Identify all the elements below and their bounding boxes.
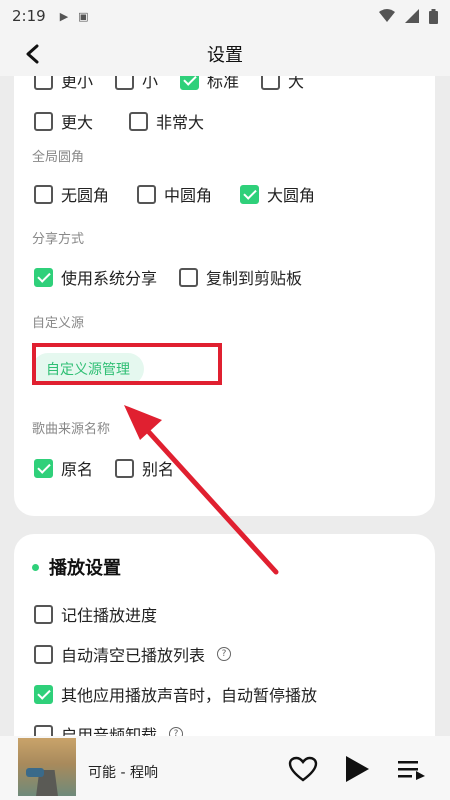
song-title: 可能 - 程响 — [88, 765, 158, 781]
battery-icon — [429, 8, 438, 24]
mini-player[interactable]: 可能 - 程响 — [0, 736, 450, 800]
back-arrow-icon[interactable] — [20, 42, 44, 66]
app-bar: 设置 — [0, 32, 450, 76]
app-notification-icon: ▣ — [78, 9, 89, 23]
page-title: 设置 — [207, 45, 243, 66]
heart-icon[interactable] — [288, 756, 318, 782]
annotation-arrow-icon — [124, 405, 279, 575]
settings-scroll[interactable]: 更小 小 标准 大 更大 非常大 全局圆角 无圆角 中圆角 大圆角 分享方式 使… — [0, 76, 450, 736]
status-bar: 2:19 ▶ ▣ — [0, 0, 450, 32]
album-cover[interactable] — [18, 738, 76, 796]
signal-icon — [405, 9, 419, 23]
play-notification-icon: ▶ — [59, 9, 69, 23]
status-time: 2:19 — [12, 7, 46, 25]
play-icon[interactable] — [343, 755, 371, 783]
playlist-icon[interactable] — [398, 760, 426, 780]
wifi-icon — [379, 9, 395, 22]
